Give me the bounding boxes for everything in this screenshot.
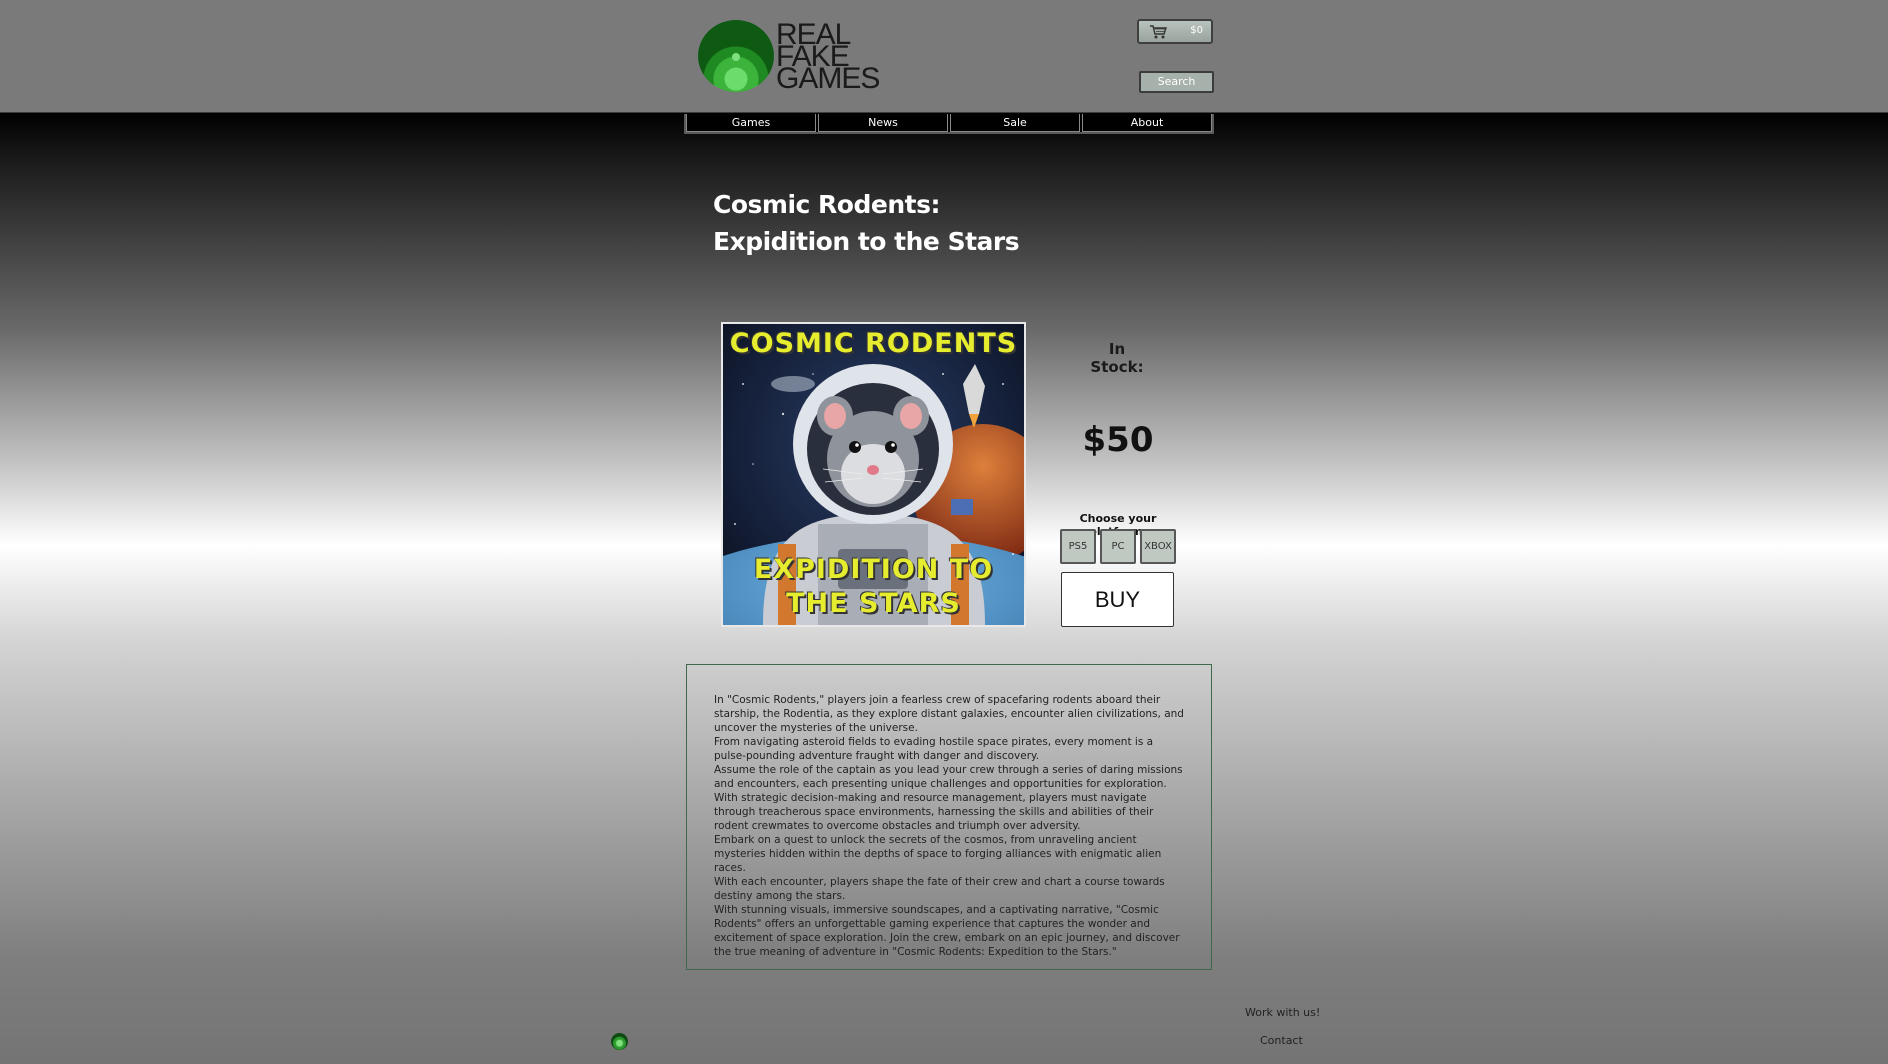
description-paragraph: With stunning visuals, immersive soundsc… — [714, 904, 1180, 958]
cover-subtitle-line: THE STARS — [786, 588, 961, 619]
logo-icon[interactable] — [698, 20, 774, 92]
stock-status: In Stock: — [1090, 340, 1144, 376]
logo-line: GAMES — [776, 62, 880, 95]
cover-title: COSMIC RODENTS — [729, 328, 1018, 359]
platform-pc-button[interactable]: PC — [1100, 529, 1136, 564]
cover-subtitle-line: EXPIDITION TO — [753, 554, 994, 585]
work-with-us-link[interactable]: Work with us! — [1245, 1006, 1320, 1019]
description-paragraph: With strategic decision-making and resou… — [714, 792, 1154, 832]
search-button[interactable]: Search — [1139, 71, 1214, 93]
contact-link[interactable]: Contact — [1260, 1034, 1303, 1047]
cart-icon — [1150, 25, 1167, 39]
title-line-2: Expidition to the Stars — [713, 227, 1020, 256]
nav-item-news[interactable]: News — [818, 114, 948, 132]
main-nav: Games News Sale About — [684, 114, 1214, 134]
price: $50 — [1082, 420, 1154, 460]
nav-item-about[interactable]: About — [1082, 114, 1212, 132]
logo-wordmark[interactable]: REAL FAKE GAMES — [776, 20, 880, 95]
title-line-1: Cosmic Rodents: — [713, 190, 940, 219]
footer-logo-icon[interactable] — [611, 1033, 628, 1050]
description-paragraph: From navigating asteroid fields to evadi… — [714, 736, 1154, 762]
description-paragraph: With each encounter, players shape the f… — [714, 876, 1165, 902]
game-cover-image: COSMIC RODENTS EXPIDITION TO THE STARS — [721, 322, 1026, 627]
platform-xbox-button[interactable]: XBOX — [1140, 529, 1176, 564]
platform-ps5-button[interactable]: PS5 — [1060, 529, 1096, 564]
description-paragraph: In "Cosmic Rodents," players join a fear… — [714, 694, 1184, 734]
nav-item-sale[interactable]: Sale — [950, 114, 1080, 132]
description-paragraph: Embark on a quest to unlock the secrets … — [714, 834, 1162, 874]
page-title: Cosmic Rodents: Expidition to the Stars — [713, 186, 1020, 260]
buy-button[interactable]: BUY — [1061, 572, 1174, 627]
description-paragraph: Assume the role of the captain as you le… — [714, 764, 1183, 790]
cover-subtitle: EXPIDITION TO THE STARS — [723, 553, 1024, 621]
cart-total: $0 — [1190, 25, 1203, 36]
game-description: In "Cosmic Rodents," players join a fear… — [686, 664, 1212, 970]
cart-button[interactable]: $0 — [1137, 19, 1213, 44]
nav-item-games[interactable]: Games — [686, 114, 816, 132]
